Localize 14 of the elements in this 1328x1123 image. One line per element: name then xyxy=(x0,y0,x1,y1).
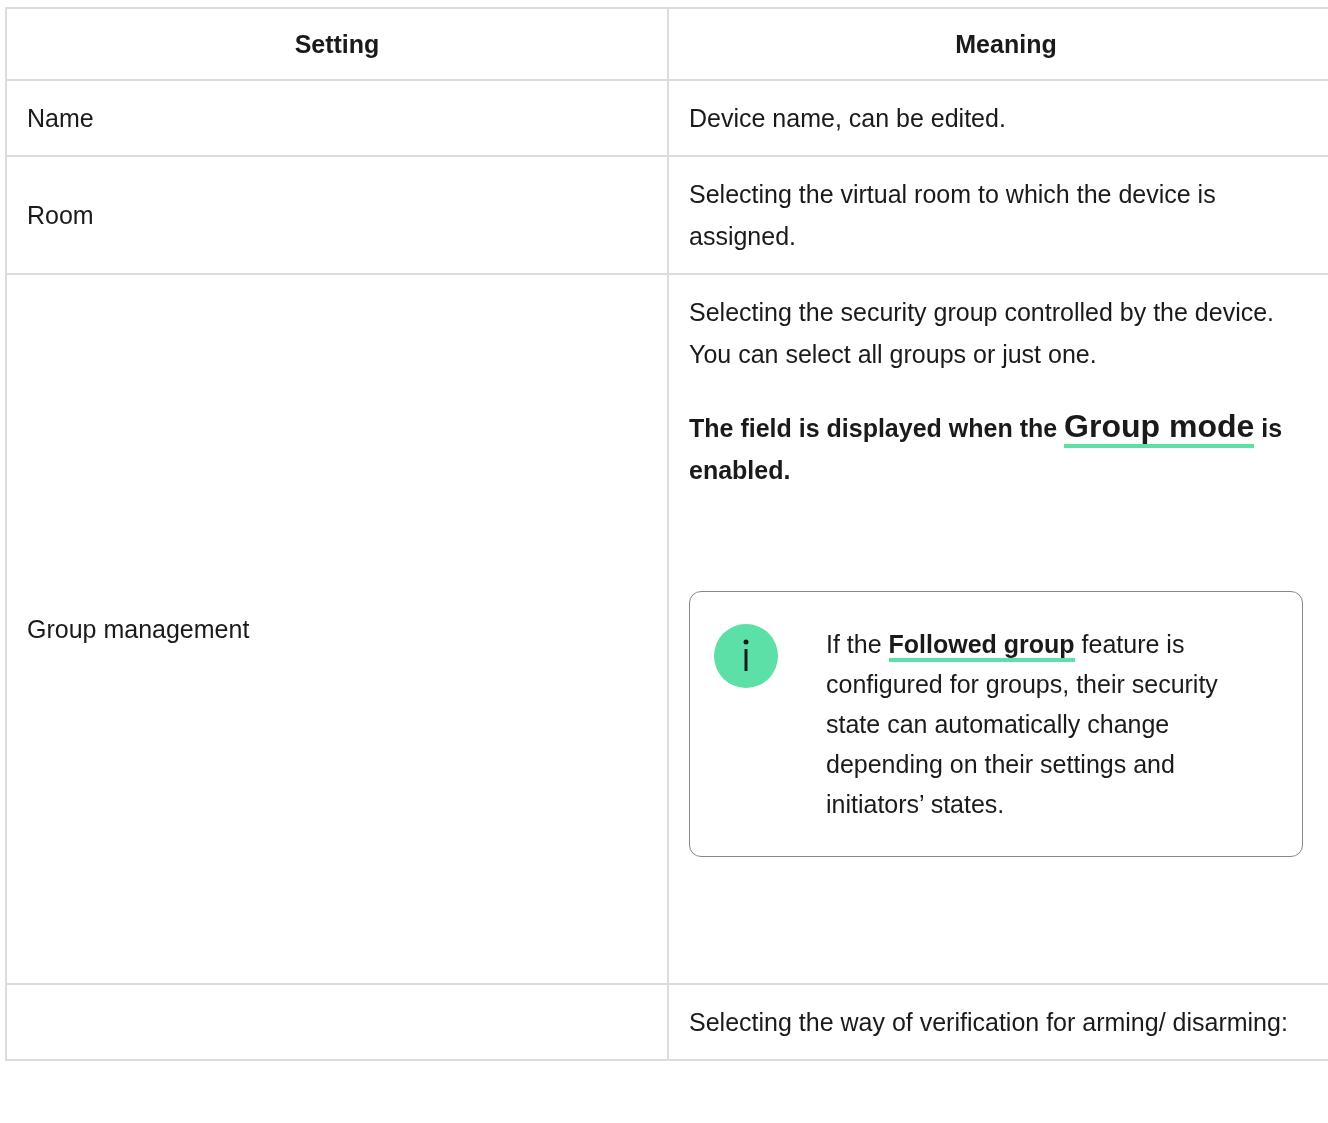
cell-text: Device name, can be edited. xyxy=(689,103,1007,134)
info-icon xyxy=(714,624,778,688)
cell-text: Selecting the way of verification for arming/ disarming: xyxy=(689,1007,1289,1038)
followed-group-link[interactable]: Followed group xyxy=(888,630,1075,662)
info-text: If the Followed group feature is configured for groups, their security state can automatically change depending on their settings and initiators’ states. xyxy=(826,629,1219,820)
setting-cell: Group management xyxy=(6,274,668,984)
group-mode-link[interactable]: Group mode xyxy=(1064,408,1255,448)
column-header: Meaning xyxy=(668,8,1328,80)
column-header: Setting xyxy=(6,8,668,80)
cell-text: Selecting the virtual room to which the device is assigned. xyxy=(689,179,1217,252)
cell-text: Selecting the security group controlled by the device. You can select all groups or just one. xyxy=(689,297,1276,370)
note-text: The field is displayed when the Group mode is enabled. xyxy=(689,407,1284,486)
setting-cell: Room xyxy=(6,156,668,274)
setting-cell: Name xyxy=(6,80,668,156)
